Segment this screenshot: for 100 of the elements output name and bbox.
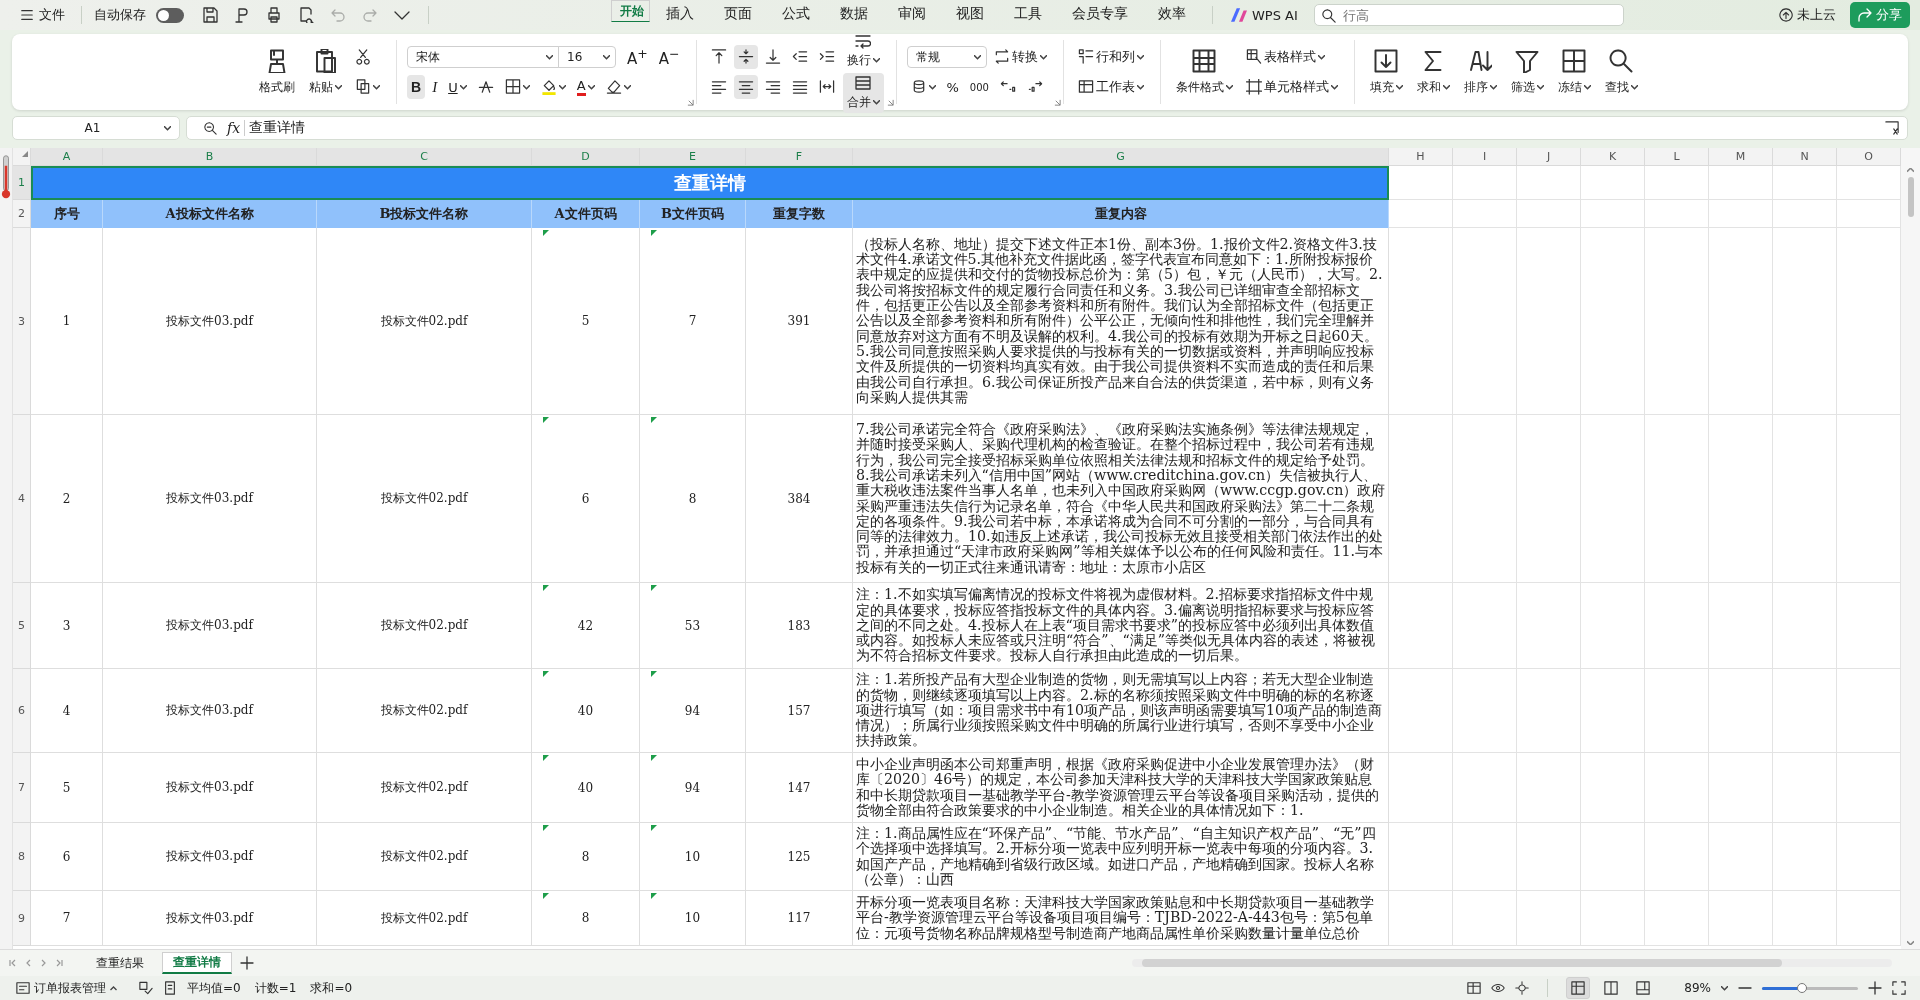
- percent-button[interactable]: %: [942, 75, 963, 99]
- row-header[interactable]: 7: [13, 753, 31, 823]
- macro-button[interactable]: 订单报表管理: [16, 979, 117, 997]
- row-header[interactable]: 2: [13, 200, 31, 228]
- cloud-status-button[interactable]: 未上云: [1779, 6, 1836, 24]
- column-header[interactable]: I: [1453, 148, 1517, 166]
- row-height-handle-icon[interactable]: [1, 154, 11, 200]
- ribbon-tab[interactable]: 公式: [768, 0, 824, 30]
- sigma-button[interactable]: 求和: [1411, 45, 1455, 99]
- zoom-slider[interactable]: [1762, 986, 1858, 990]
- number-format-dropdown[interactable]: 常规: [906, 46, 987, 68]
- name-box[interactable]: A1: [12, 116, 180, 140]
- share-button[interactable]: 分享: [1850, 2, 1910, 28]
- column-header[interactable]: H: [1389, 148, 1453, 166]
- row-header[interactable]: 1: [13, 166, 31, 200]
- table-style-button[interactable]: 表格样式: [1241, 45, 1329, 69]
- column-header[interactable]: G: [853, 148, 1389, 166]
- merge-cells-button[interactable]: 合并: [842, 73, 884, 113]
- autosave-toggle[interactable]: [156, 7, 184, 23]
- paintbrush-button[interactable]: 格式刷: [254, 45, 300, 99]
- column-header[interactable]: M: [1709, 148, 1773, 166]
- row-header[interactable]: 5: [13, 583, 31, 669]
- column-header[interactable]: B: [103, 148, 317, 166]
- normal-view-button[interactable]: [1566, 977, 1591, 999]
- zoom-in-icon[interactable]: [1868, 981, 1882, 995]
- sheet-tab[interactable]: 查重详情: [162, 952, 232, 974]
- gear-icon[interactable]: [1515, 981, 1530, 995]
- ribbon-tab[interactable]: 效率: [1144, 0, 1200, 30]
- thousands-button[interactable]: 000: [965, 75, 993, 99]
- underline-button[interactable]: U: [444, 75, 471, 99]
- column-header[interactable]: E: [640, 148, 746, 166]
- function-icon[interactable]: [1885, 121, 1899, 135]
- rows-columns-button[interactable]: 行和列: [1073, 45, 1148, 69]
- funnel-button[interactable]: 筛选: [1505, 45, 1549, 99]
- select-all-corner[interactable]: [13, 148, 31, 166]
- row-header[interactable]: 8: [13, 823, 31, 891]
- cell-style-button[interactable]: 单元格样式: [1241, 75, 1342, 99]
- convert-button[interactable]: 转换: [989, 45, 1051, 69]
- ribbon-tab[interactable]: 审阅: [884, 0, 940, 30]
- worksheet-button[interactable]: 工作表: [1073, 75, 1148, 99]
- sheet-title-cell[interactable]: 查重详情: [31, 166, 1389, 200]
- freeze-grid-button[interactable]: 冻结: [1552, 45, 1596, 99]
- align-center-button[interactable]: [733, 75, 758, 99]
- decrease-font-button[interactable]: A$^{−}$: [654, 45, 684, 69]
- ribbon-tab[interactable]: 会员专享: [1058, 0, 1142, 30]
- dialog-launcher-icon[interactable]: [686, 99, 694, 106]
- italic-button[interactable]: I: [428, 75, 442, 99]
- search-field[interactable]: 行高: [1313, 4, 1624, 26]
- scroll-down-icon[interactable]: [1907, 940, 1914, 945]
- row-header[interactable]: 9: [13, 891, 31, 946]
- fullscreen-icon[interactable]: [1892, 981, 1906, 995]
- font-color-button[interactable]: A: [572, 75, 599, 99]
- column-header[interactable]: C: [317, 148, 532, 166]
- vertical-scrollbar[interactable]: [1901, 148, 1920, 949]
- wrap-text-button[interactable]: 换行: [842, 31, 884, 71]
- formula-field[interactable]: fx 查重详情: [186, 116, 1908, 140]
- ai-button[interactable]: WPS AI: [1225, 7, 1304, 23]
- sheet-tab[interactable]: 查重结果: [86, 951, 154, 975]
- column-header[interactable]: K: [1581, 148, 1645, 166]
- column-header[interactable]: J: [1517, 148, 1581, 166]
- column-header[interactable]: F: [746, 148, 853, 166]
- align-middle-button[interactable]: [733, 45, 758, 69]
- row-header[interactable]: 4: [13, 415, 31, 583]
- font-size-dropdown[interactable]: 16: [558, 46, 616, 68]
- row-header[interactable]: 3: [13, 228, 31, 415]
- ribbon-tab[interactable]: 工具: [1000, 0, 1056, 30]
- column-header[interactable]: O: [1837, 148, 1901, 166]
- zoom-out-icon[interactable]: [1738, 986, 1752, 990]
- column-header[interactable]: L: [1645, 148, 1709, 166]
- sheet-nav-icon[interactable]: [8, 959, 16, 967]
- ribbon-tab[interactable]: 数据: [826, 0, 882, 30]
- horizontal-scrollbar[interactable]: [1132, 959, 1892, 967]
- ribbon-tab[interactable]: 页面: [710, 0, 766, 30]
- sheet-nav-icon[interactable]: [56, 959, 64, 967]
- zoom-slider-thumb[interactable]: [1797, 982, 1808, 993]
- dialog-launcher-icon[interactable]: [1053, 99, 1061, 106]
- sort-button[interactable]: 排序: [1458, 45, 1502, 99]
- fill-down-button[interactable]: 填充: [1364, 45, 1408, 99]
- increase-font-button[interactable]: A$^{+}$: [623, 45, 652, 69]
- font-name-dropdown[interactable]: 宋体: [407, 46, 559, 68]
- dialog-launcher-icon[interactable]: [886, 99, 894, 106]
- add-sheet-icon[interactable]: [240, 956, 254, 970]
- search-button[interactable]: 查找: [1599, 45, 1643, 99]
- document-icon[interactable]: [163, 981, 177, 995]
- ribbon-tab[interactable]: 开始: [611, 0, 650, 22]
- zoom-level[interactable]: 89%: [1684, 981, 1711, 995]
- spellcheck-icon[interactable]: [139, 981, 153, 995]
- eye-icon[interactable]: [1491, 981, 1506, 995]
- ribbon-tab[interactable]: 视图: [942, 0, 998, 30]
- row-header[interactable]: 6: [13, 669, 31, 753]
- scroll-up-icon[interactable]: [1907, 168, 1914, 173]
- column-header[interactable]: D: [532, 148, 640, 166]
- clipboard-button[interactable]: 粘贴: [304, 45, 347, 99]
- file-menu[interactable]: 文件: [16, 4, 69, 26]
- conditional-format-button[interactable]: 条件格式: [1170, 45, 1238, 99]
- ribbon-tab[interactable]: 插入: [652, 0, 708, 30]
- caret-icon[interactable]: [1721, 985, 1728, 991]
- table-icon[interactable]: [1467, 981, 1482, 995]
- column-header[interactable]: A: [31, 148, 103, 166]
- bold-button[interactable]: B: [407, 75, 426, 99]
